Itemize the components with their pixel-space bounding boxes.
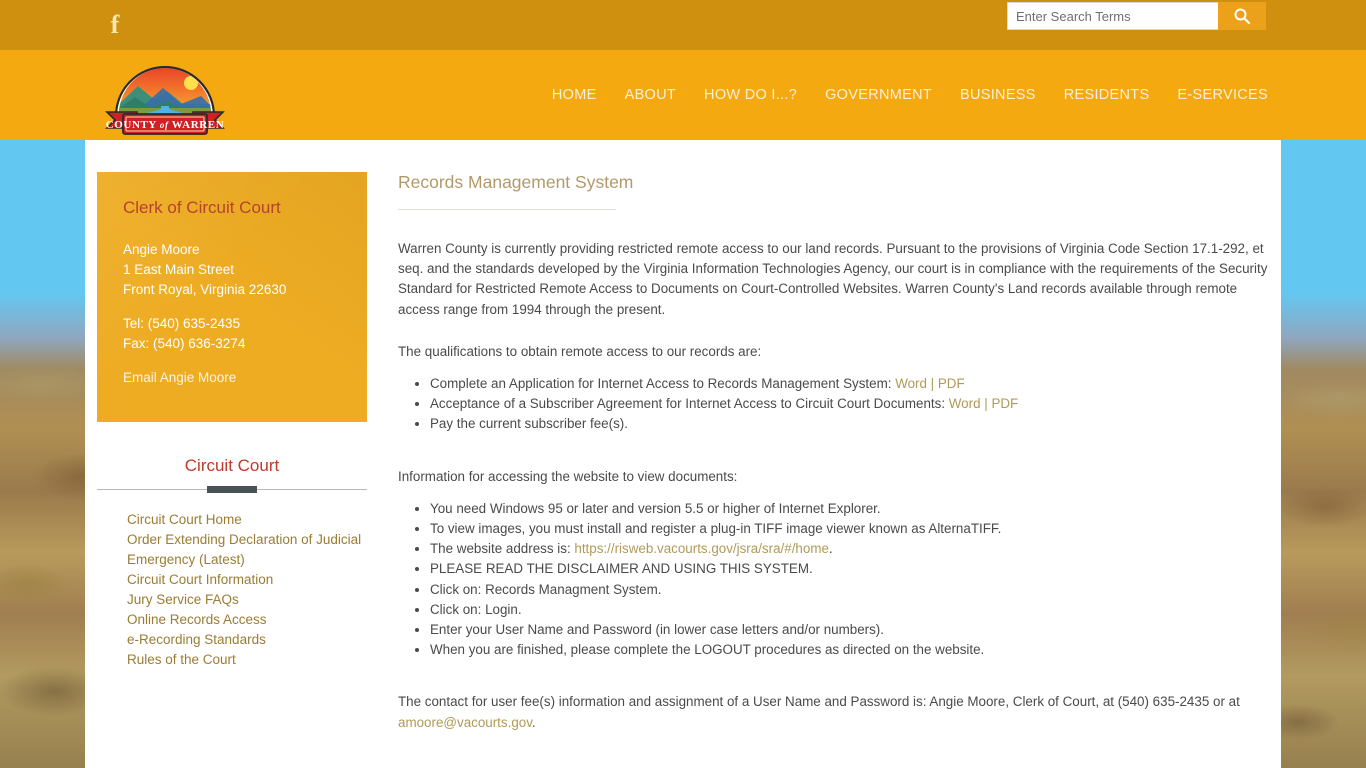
list-item: Rules of the Court [127, 650, 367, 670]
access-item-3-suffix: . [828, 541, 833, 557]
list-item: You need Windows 95 or later and version… [430, 499, 1268, 519]
list-item: Click on: Login. [430, 600, 1268, 620]
separator: | [926, 376, 938, 392]
contact-paragraph-prefix: The contact for user fee(s) information … [398, 694, 1240, 710]
search-submit-button[interactable] [1218, 2, 1266, 30]
sidebar-item-order-extending-declaration[interactable]: Order Extending Declaration of Judicial … [127, 530, 367, 570]
facebook-icon[interactable]: f [105, 8, 125, 42]
application-word-link[interactable]: Word [895, 376, 927, 391]
contact-paragraph: The contact for user fee(s) information … [398, 692, 1268, 732]
logo-seal-icon: COUNTY of WARREN [105, 66, 225, 135]
county-of-warren-logo[interactable]: COUNTY of WARREN [105, 52, 241, 138]
content-container: Clerk of Circuit Court Angie Moore 1 Eas… [85, 140, 1281, 768]
contact-street: 1 East Main Street [123, 262, 235, 277]
access-item-4: PLEASE READ THE DISCLAIMER AND USING THI… [430, 561, 813, 577]
qualification-1-text: Complete an Application for Internet Acc… [430, 376, 896, 392]
list-item: Online Records Access [127, 610, 367, 630]
nav-item-how-do-i[interactable]: HOW DO I...? [704, 87, 797, 103]
sidebar-menu: Circuit Court Circuit Court Home Order E… [97, 456, 367, 670]
contact-paragraph-suffix: . [531, 714, 536, 730]
access-item-3-prefix: The website address is: [430, 541, 575, 557]
list-item: Enter your User Name and Password (in lo… [430, 620, 1268, 640]
access-item-2: To view images, you must install and reg… [430, 521, 1002, 537]
sidebar-menu-list: Circuit Court Home Order Extending Decla… [97, 510, 367, 670]
risweb-url-link[interactable]: https://risweb.vacourts.gov/jsra/sra/#/h… [574, 541, 829, 556]
search-input[interactable] [1007, 2, 1218, 30]
list-item: Jury Service FAQs [127, 590, 367, 610]
access-item-6: Click on: Login. [430, 601, 522, 617]
qualification-3-text: Pay the current subscriber fee(s). [430, 416, 628, 432]
contact-fax: Fax: (540) 636-3274 [123, 336, 246, 351]
list-item: Complete an Application for Internet Acc… [430, 374, 1268, 394]
nav-item-government[interactable]: GOVERNMENT [825, 87, 932, 103]
contact-telephone: Tel: (540) 635-2435 [123, 316, 241, 331]
access-item-7: Enter your User Name and Password (in lo… [430, 622, 884, 638]
sidebar-item-circuit-court-information[interactable]: Circuit Court Information [127, 570, 367, 590]
intro-paragraph: Warren County is currently providing res… [398, 241, 1268, 317]
sidebar-item-rules-of-the-court[interactable]: Rules of the Court [127, 650, 367, 670]
sidebar-item-e-recording-standards[interactable]: e-Recording Standards [127, 630, 367, 650]
search-icon [1234, 8, 1251, 25]
title-underline [398, 209, 616, 210]
sidebar-item-online-records-access[interactable]: Online Records Access [127, 610, 367, 630]
contact-card-title: Clerk of Circuit Court [123, 198, 281, 217]
email-clerk-link[interactable]: Email Angie Moore [123, 370, 236, 385]
divider-accent [207, 486, 257, 493]
search-form [1007, 2, 1266, 30]
sidebar-item-jury-service-faqs[interactable]: Jury Service FAQs [127, 590, 367, 610]
nav-item-home[interactable]: HOME [552, 87, 597, 103]
list-item: To view images, you must install and reg… [430, 519, 1268, 539]
main-article: Records Management System Warren County … [398, 172, 1268, 755]
list-item: Acceptance of a Subscriber Agreement for… [430, 394, 1268, 414]
list-item: PLEASE READ THE DISCLAIMER AND USING THI… [430, 559, 1268, 579]
list-item: Pay the current subscriber fee(s). [430, 414, 1268, 434]
contact-name: Angie Moore [123, 242, 200, 257]
main-navigation: HOME ABOUT HOW DO I...? GOVERNMENT BUSIN… [552, 50, 1268, 140]
access-item-8: When you are finished, please complete t… [430, 642, 985, 658]
access-lead: Information for accessing the website to… [398, 468, 738, 484]
list-item: e-Recording Standards [127, 630, 367, 650]
page-title: Records Management System [398, 172, 634, 192]
sidebar-item-circuit-court-home[interactable]: Circuit Court Home [127, 510, 367, 530]
list-item: The website address is: https://risweb.v… [430, 539, 1268, 559]
amoore-email-link[interactable]: amoore@vacourts.gov [398, 715, 532, 730]
list-item: Circuit Court Home [127, 510, 367, 530]
application-pdf-link[interactable]: PDF [938, 376, 965, 391]
qualifications-lead: The qualifications to obtain remote acce… [398, 343, 762, 359]
nav-item-business[interactable]: BUSINESS [960, 87, 1036, 103]
access-item-5: Click on: Records Managment System. [430, 581, 662, 597]
list-item: When you are finished, please complete t… [430, 640, 1268, 660]
list-item: Order Extending Declaration of Judicial … [127, 530, 367, 570]
contact-city-state-zip: Front Royal, Virginia 22630 [123, 282, 287, 297]
site-header: COUNTY of WARREN HOME ABOUT HOW DO I...?… [0, 50, 1366, 140]
list-item: Click on: Records Managment System. [430, 580, 1268, 600]
access-item-1: You need Windows 95 or later and version… [430, 500, 881, 516]
subscriber-agreement-word-link[interactable]: Word [949, 396, 981, 411]
subscriber-agreement-pdf-link[interactable]: PDF [991, 396, 1018, 411]
access-instructions-list: You need Windows 95 or later and version… [398, 499, 1268, 661]
svg-text:COUNTY of WARREN: COUNTY of WARREN [106, 119, 225, 131]
nav-item-residents[interactable]: RESIDENTS [1064, 87, 1150, 103]
qualification-2-text: Acceptance of a Subscriber Agreement for… [430, 396, 949, 412]
list-item: Circuit Court Information [127, 570, 367, 590]
nav-item-e-services[interactable]: E-SERVICES [1177, 87, 1268, 103]
page-background: f Enter Search Terms COUNTY of WARREN HO… [0, 0, 1366, 768]
top-utility-bar: f [0, 0, 1366, 50]
sidebar-menu-title: Circuit Court [184, 456, 280, 475]
separator: | [980, 396, 992, 412]
menu-divider [97, 484, 367, 494]
qualifications-list: Complete an Application for Internet Acc… [398, 374, 1268, 435]
clerk-contact-card: Clerk of Circuit Court Angie Moore 1 Eas… [97, 172, 367, 422]
sidebar: Clerk of Circuit Court Angie Moore 1 Eas… [97, 172, 367, 670]
nav-item-about[interactable]: ABOUT [625, 87, 676, 103]
